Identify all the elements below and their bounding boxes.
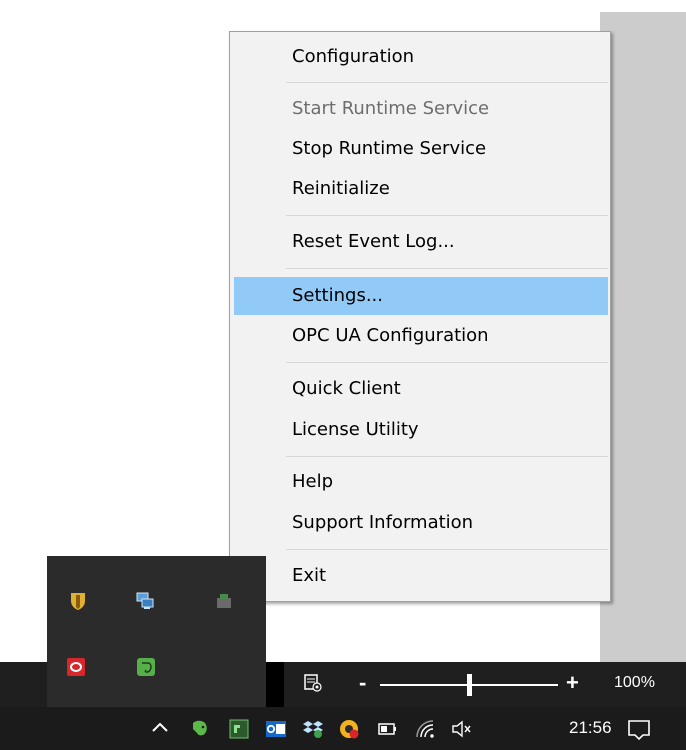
- tray-context-menu: Configuration Start Runtime Service Stop…: [229, 31, 611, 602]
- menu-item-quick-client[interactable]: Quick Client: [234, 370, 608, 408]
- menu-item-reinitialize[interactable]: Reinitialize: [234, 170, 608, 208]
- menu-item-opc-ua-configuration[interactable]: OPC UA Configuration: [234, 317, 608, 355]
- view-settings-icon[interactable]: [304, 674, 322, 692]
- tray-app-icon[interactable]: [215, 592, 235, 612]
- menu-separator: [286, 268, 608, 269]
- menu-item-help[interactable]: Help: [234, 463, 608, 501]
- zoom-out-button[interactable]: -: [359, 672, 366, 694]
- menu-item-support-information[interactable]: Support Information: [234, 504, 608, 542]
- background-window: [600, 12, 686, 665]
- menu-item-start-runtime-service[interactable]: Start Runtime Service: [234, 90, 608, 128]
- zoom-in-button[interactable]: +: [566, 672, 579, 694]
- evernote-icon[interactable]: [189, 718, 211, 740]
- chevron-up-icon[interactable]: [148, 716, 172, 740]
- menu-item-exit[interactable]: Exit: [234, 557, 608, 595]
- shield-icon[interactable]: [68, 591, 88, 611]
- opera-icon[interactable]: [66, 657, 86, 677]
- menu-item-reset-event-log[interactable]: Reset Event Log...: [234, 223, 608, 261]
- menu-item-configuration[interactable]: Configuration: [234, 38, 608, 76]
- taskbar: 21:56: [0, 707, 686, 750]
- network-monitor-icon[interactable]: [135, 591, 155, 611]
- menu-item-license-utility[interactable]: License Utility: [234, 411, 608, 449]
- zoom-level[interactable]: 100%: [614, 674, 655, 692]
- status-bar: - + 100%: [284, 662, 686, 707]
- menu-separator: [286, 215, 608, 216]
- battery-icon[interactable]: [376, 718, 398, 740]
- evernote-icon[interactable]: [136, 657, 156, 677]
- tray-overflow-flyout: [47, 556, 266, 707]
- dropbox-icon[interactable]: [302, 718, 324, 740]
- menu-separator: [286, 82, 608, 83]
- volume-muted-icon[interactable]: [450, 718, 472, 740]
- app-icon[interactable]: [228, 718, 250, 740]
- taskbar-background: [0, 662, 47, 707]
- divider: [266, 662, 284, 707]
- menu-item-settings[interactable]: Settings...: [234, 277, 608, 315]
- menu-separator: [286, 456, 608, 457]
- menu-item-stop-runtime-service[interactable]: Stop Runtime Service: [234, 130, 608, 168]
- menu-separator: [286, 549, 608, 550]
- action-center-icon[interactable]: [626, 718, 652, 742]
- notification-app-icon[interactable]: [338, 718, 360, 740]
- wifi-icon[interactable]: [414, 718, 436, 740]
- outlook-icon[interactable]: [265, 718, 287, 740]
- menu-separator: [286, 362, 608, 363]
- zoom-slider-thumb[interactable]: [467, 674, 472, 696]
- taskbar-clock[interactable]: 21:56: [569, 718, 612, 738]
